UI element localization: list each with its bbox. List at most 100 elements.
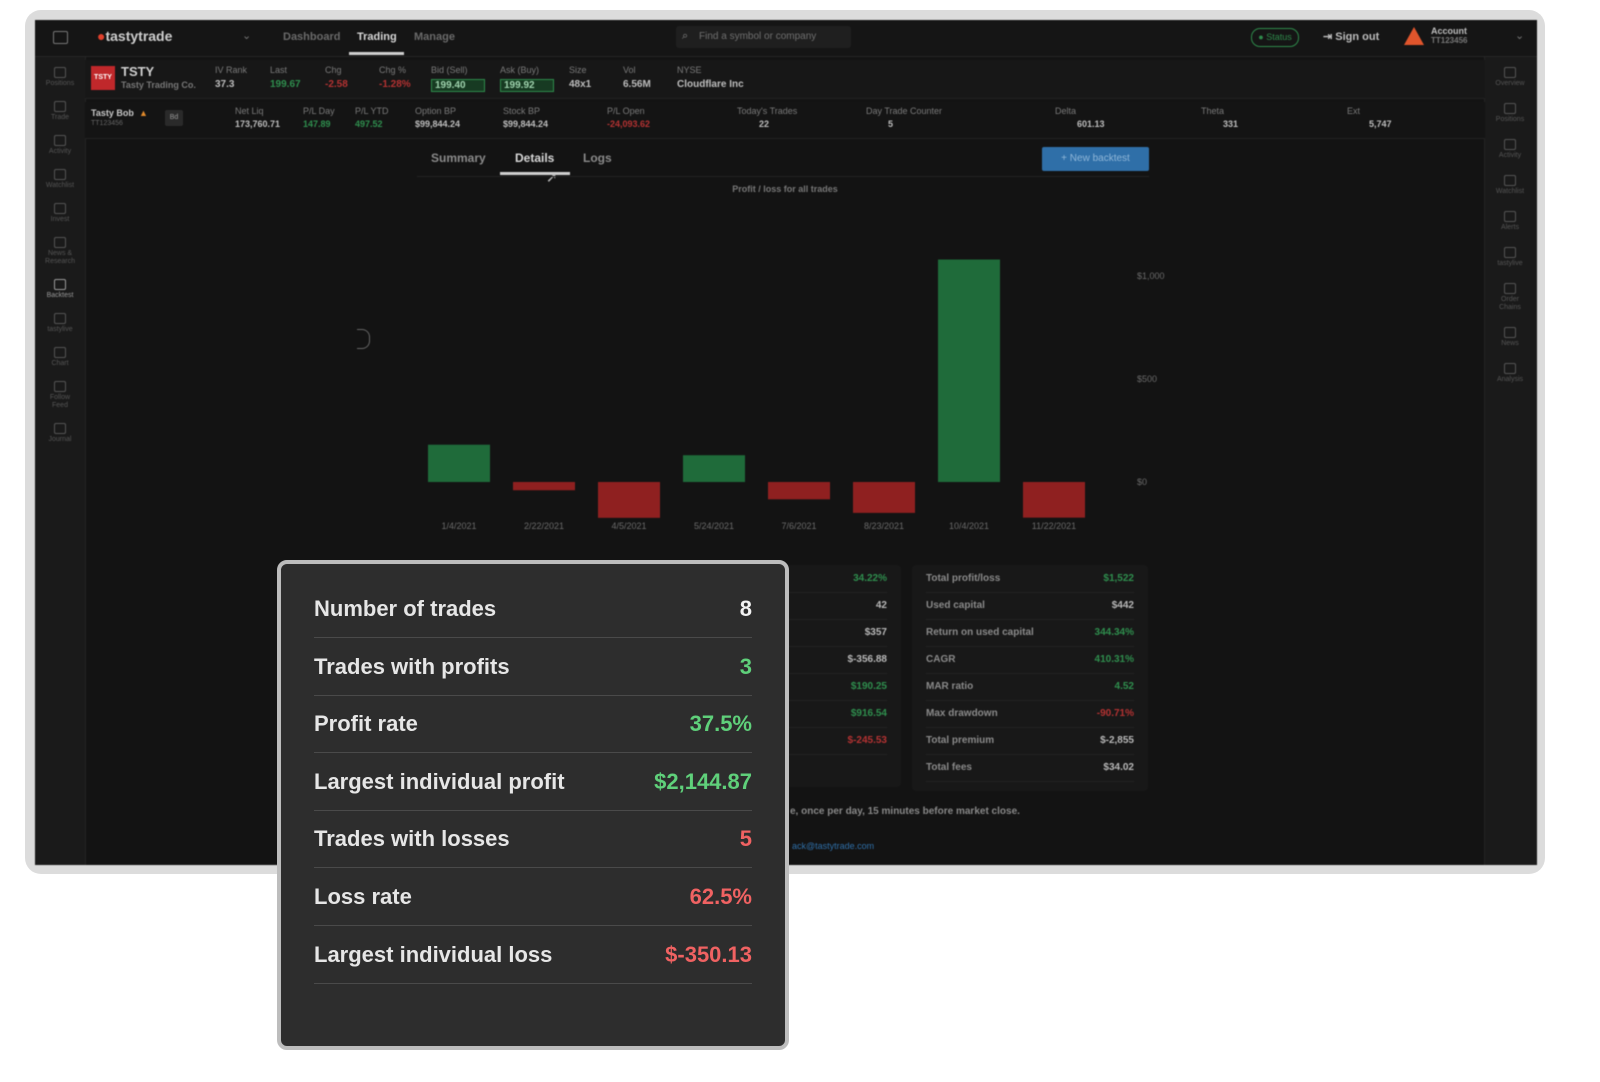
quote-field-value[interactable]: 199.40 [431, 79, 485, 92]
sign-out-button[interactable]: ⇥ Sign out [1323, 30, 1379, 43]
chart-bar[interactable] [1023, 482, 1085, 518]
follow-feed-icon [54, 381, 66, 392]
stats-value: $357 [864, 627, 887, 638]
quote-field-value: 48x1 [569, 79, 592, 90]
sidebar-item-watchlist[interactable]: Watchlist [41, 169, 79, 190]
top-navigation-bar: ●tastytrade ⌄ Dashboard Trading Manage ⌕… [35, 20, 1537, 57]
x-tick-label: 2/22/2021 [524, 521, 564, 531]
sidebar-item-backtest[interactable]: Backtest [41, 279, 79, 300]
account-field-label: Stock BP [503, 106, 541, 116]
chart-bar[interactable] [513, 482, 575, 491]
account-name[interactable]: Tasty Bob [91, 108, 134, 118]
account-type-badge[interactable]: Bd [165, 110, 183, 126]
nav-manage[interactable]: Manage [414, 31, 455, 43]
chart-bar[interactable] [938, 259, 1000, 482]
sidebar-item-news[interactable]: News & Research [41, 237, 79, 266]
right-sidebar-item-analysis[interactable]: Analysis [1491, 363, 1529, 384]
right-sidebar-item-overview[interactable]: Overview [1491, 67, 1529, 88]
symbol-name: Tasty Trading Co. [121, 80, 196, 90]
account-field-value: 173,760.71 [235, 119, 281, 129]
sidebar-item-journal[interactable]: Journal [41, 423, 79, 444]
sidebar-item-activity[interactable]: Activity [41, 135, 79, 156]
stats-value: $190.25 [850, 681, 887, 692]
x-tick-label: 8/23/2021 [864, 521, 904, 531]
stats-value: $442 [1111, 600, 1134, 611]
quote-field-label: Chg % [379, 65, 407, 75]
right-sidebar-item-activity[interactable]: Activity [1491, 139, 1529, 160]
sidebar-item-invest[interactable]: Invest [41, 203, 79, 224]
chart-bar[interactable] [598, 482, 660, 518]
popup-stat-row: Loss rate 62.5% [314, 868, 752, 926]
new-backtest-button[interactable]: + New backtest [1042, 147, 1149, 171]
popup-stat-label: Profit rate [314, 711, 418, 737]
symbol-ticker[interactable]: TSTY [121, 64, 154, 79]
account-number: TT123456 [91, 120, 123, 127]
analysis-icon [1504, 363, 1516, 374]
mouse-cursor-icon: ➚ [546, 169, 558, 185]
quote-field-value: 199.67 [270, 79, 301, 90]
sidebar-item-positions[interactable]: Positions [41, 67, 79, 88]
stats-value: $916.54 [850, 708, 887, 719]
chart-bar[interactable] [428, 444, 490, 482]
stats-value: $-2,855 [1100, 735, 1134, 746]
account-field-value: -24,093.62 [607, 119, 651, 129]
right-sidebar-item-tastylive[interactable]: tastylive [1491, 247, 1529, 268]
chart-bar[interactable] [683, 455, 745, 482]
popup-stat-value: 62.5% [689, 884, 752, 909]
sign-out-icon: ⇥ [1323, 31, 1333, 43]
stats-row: Total premium $-2,855 [926, 727, 1134, 755]
right-sidebar-item-alerts[interactable]: Alerts [1491, 211, 1529, 232]
sidebar-toggle-icon[interactable] [53, 31, 68, 44]
right-sidebar-item-order-chains[interactable]: Order Chains [1491, 283, 1529, 312]
tab-logs[interactable]: Logs [583, 151, 612, 165]
stats-row: CAGR 410.31% [926, 646, 1134, 674]
logo[interactable]: ●tastytrade [97, 28, 172, 44]
quote-field-value: 37.3 [215, 79, 235, 90]
stats-label: Total premium [926, 735, 995, 746]
sidebar-item-tastylive[interactable]: tastylive [41, 313, 79, 334]
tab-summary[interactable]: Summary [431, 151, 486, 165]
x-tick-label: 4/5/2021 [611, 521, 646, 531]
tastylive-icon [1504, 247, 1516, 258]
chevron-down-icon[interactable]: ⌄ [242, 29, 251, 42]
backtest-icon [54, 279, 66, 290]
account-field-label: P/L Day [303, 106, 335, 116]
account-field-value: 497.52 [355, 119, 383, 129]
account-avatar[interactable] [1404, 27, 1424, 45]
quote-field-label: Ask (Buy) [500, 65, 540, 75]
tastylive-icon [54, 313, 66, 324]
chart-bar[interactable] [853, 482, 915, 513]
sidebar-item-follow-feed[interactable]: Follow Feed [41, 381, 79, 410]
chart-bar[interactable] [768, 482, 830, 500]
quote-field-value[interactable]: 199.92 [500, 79, 554, 92]
right-sidebar-item-news[interactable]: News [1491, 327, 1529, 348]
stats-label: CAGR [926, 654, 956, 665]
popup-stat-value: 8 [739, 596, 752, 621]
nav-active-underline [349, 52, 404, 55]
symbol-badge[interactable]: TSTY [91, 66, 115, 90]
nav-dashboard[interactable]: Dashboard [283, 31, 340, 43]
stats-value: -90.71% [1096, 708, 1134, 719]
right-sidebar-item-watchlist[interactable]: Watchlist [1491, 175, 1529, 196]
account-field-label: Option BP [415, 106, 457, 116]
sidebar-item-chart[interactable]: Chart [41, 347, 79, 368]
tab-details[interactable]: Details [515, 151, 554, 165]
sidebar-item-trade[interactable]: Trade [41, 101, 79, 122]
popup-stat-row: Largest individual profit $2,144.87 [314, 753, 752, 811]
footer-email-link[interactable]: ack@tastytrade.com [792, 841, 874, 851]
popup-stat-label: Largest individual loss [314, 941, 553, 967]
account-label[interactable]: Account TT123456 [1431, 26, 1467, 46]
stats-value: 4.52 [1114, 681, 1134, 692]
stats-row: Max drawdown -90.71% [926, 700, 1134, 728]
right-sidebar-item-positions[interactable]: Positions [1491, 103, 1529, 124]
quote-field-label: Bid (Sell) [431, 65, 468, 75]
profit-loss-chart: 1/4/2021 2/22/2021 4/5/2021 5/24/2021 7/6/20… [428, 259, 1165, 531]
search-input[interactable]: ⌕ Find a symbol or company [676, 26, 851, 48]
stats-value: $34.02 [1103, 762, 1134, 773]
stats-label: Return on used capital [926, 627, 1034, 638]
order-chains-icon [1504, 283, 1516, 294]
text-cursor-icon [357, 329, 370, 349]
status-badge[interactable]: ● Status [1251, 28, 1299, 47]
nav-trading[interactable]: Trading [357, 31, 397, 43]
account-chevron-icon[interactable]: ⌄ [1515, 29, 1524, 42]
